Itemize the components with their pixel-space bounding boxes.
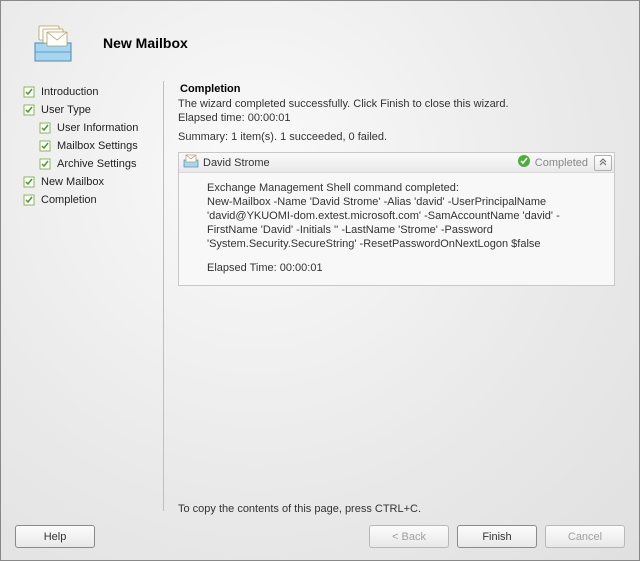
sidebar-item-user-type[interactable]: User Type bbox=[23, 101, 163, 119]
sidebar-item-label: New Mailbox bbox=[41, 173, 104, 191]
collapse-button[interactable] bbox=[594, 155, 612, 171]
result-body: Exchange Management Shell command comple… bbox=[179, 173, 614, 285]
sidebar-item-label: User Type bbox=[41, 101, 91, 119]
success-icon bbox=[517, 154, 531, 171]
check-icon bbox=[23, 194, 35, 206]
result-header[interactable]: David Strome Completed bbox=[179, 153, 614, 173]
wizard-title: New Mailbox bbox=[103, 35, 188, 51]
cancel-button[interactable]: Cancel bbox=[545, 525, 625, 548]
chevron-up-icon bbox=[598, 158, 608, 168]
wizard-steps-sidebar: Introduction User Type User Information … bbox=[11, 79, 163, 519]
check-icon bbox=[23, 176, 35, 188]
result-body-line1: Exchange Management Shell command comple… bbox=[207, 181, 604, 195]
content-message: The wizard completed successfully. Click… bbox=[178, 98, 615, 110]
sidebar-item-archive-settings[interactable]: Archive Settings bbox=[23, 155, 163, 173]
mailbox-small-icon bbox=[183, 154, 199, 171]
check-icon bbox=[23, 86, 35, 98]
sidebar-item-completion[interactable]: Completion bbox=[23, 191, 163, 209]
result-name: David Strome bbox=[203, 157, 517, 169]
check-icon bbox=[39, 140, 51, 152]
back-button[interactable]: < Back bbox=[369, 525, 449, 548]
wizard-body: Introduction User Type User Information … bbox=[11, 75, 629, 519]
content-title: Completion bbox=[180, 83, 615, 95]
sidebar-item-new-mailbox[interactable]: New Mailbox bbox=[23, 173, 163, 191]
sidebar-item-introduction[interactable]: Introduction bbox=[23, 83, 163, 101]
wizard-header: New Mailbox bbox=[11, 11, 629, 75]
result-body-command: New-Mailbox -Name 'David Strome' -Alias … bbox=[207, 195, 604, 251]
sidebar-item-label: Archive Settings bbox=[57, 155, 136, 173]
copy-hint: To copy the contents of this page, press… bbox=[178, 503, 615, 519]
elapsed-time: Elapsed time: 00:00:01 bbox=[178, 112, 615, 124]
help-button[interactable]: Help bbox=[15, 525, 95, 548]
wizard-window: New Mailbox Introduction User Type User … bbox=[0, 0, 640, 561]
mailbox-icon bbox=[29, 19, 77, 67]
sidebar-item-user-information[interactable]: User Information bbox=[23, 119, 163, 137]
result-elapsed: Elapsed Time: 00:00:01 bbox=[207, 261, 604, 275]
sidebar-item-label: Completion bbox=[41, 191, 97, 209]
sidebar-item-mailbox-settings[interactable]: Mailbox Settings bbox=[23, 137, 163, 155]
wizard-content: Completion The wizard completed successf… bbox=[164, 79, 629, 519]
summary-text: Summary: 1 item(s). 1 succeeded, 0 faile… bbox=[178, 131, 615, 143]
result-status: Completed bbox=[535, 157, 588, 169]
wizard-buttons: Help < Back Finish Cancel bbox=[11, 519, 629, 548]
check-icon bbox=[39, 158, 51, 170]
finish-button[interactable]: Finish bbox=[457, 525, 537, 548]
check-icon bbox=[39, 122, 51, 134]
sidebar-item-label: Introduction bbox=[41, 83, 98, 101]
result-panel: David Strome Completed Exchange Manageme… bbox=[178, 152, 615, 286]
sidebar-item-label: Mailbox Settings bbox=[57, 137, 138, 155]
check-icon bbox=[23, 104, 35, 116]
sidebar-item-label: User Information bbox=[57, 119, 138, 137]
